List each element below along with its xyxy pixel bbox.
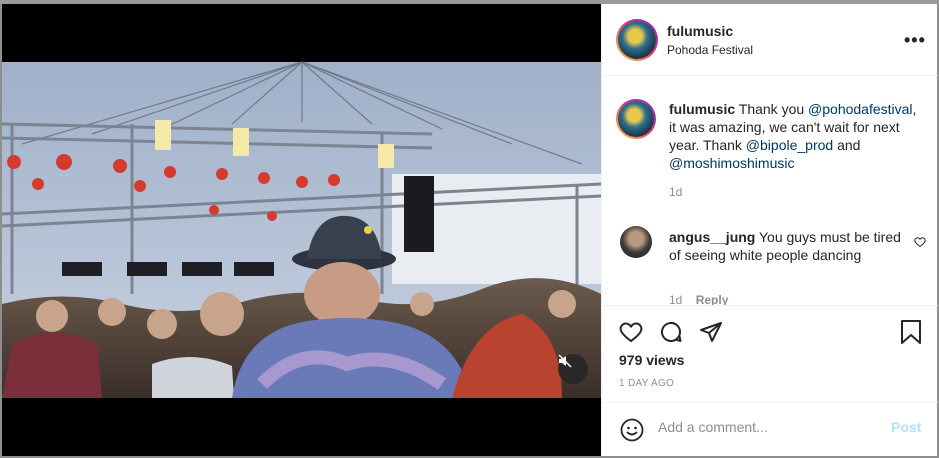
comment-text: angus__jung You guys must be tired of se… [669,228,909,264]
post-location[interactable]: Pohoda Festival [667,43,753,57]
comment-icon [661,322,682,342]
author-avatar[interactable] [616,19,658,61]
comment-input[interactable]: Add a comment... [658,419,768,435]
emoji-button[interactable] [620,418,644,447]
mute-button[interactable] [558,354,588,384]
save-icon [901,320,921,344]
reply-button[interactable]: Reply [696,293,729,305]
caption-author[interactable]: fulumusic [669,101,735,117]
caption-text: fulumusic Thank you @pohodafestival, it … [669,100,927,172]
post-date: 1 DAY AGO [619,378,675,389]
share-icon [700,322,722,342]
caption-part: Thank you [738,101,809,117]
concert-video-frame [2,4,601,456]
post-header: fulumusic Pohoda Festival ••• [602,4,938,76]
post-video[interactable] [2,4,601,456]
comment-like-icon [914,237,926,248]
post-button[interactable]: Post [891,419,921,435]
more-icon: ••• [904,30,926,50]
comment-button[interactable] [659,320,683,349]
mention-link[interactable]: @pohodafestival [808,101,913,117]
mention-link[interactable]: @moshimoshimusic [669,155,794,171]
comment-meta: 1d Reply [669,293,728,305]
comments-list: fulumusic Thank you @pohodafestival, it … [602,77,938,305]
caption-avatar[interactable] [616,99,656,139]
comment-composer: Add a comment... Post [602,402,938,456]
comment-like-button[interactable] [914,235,926,253]
caption-part: and [833,137,861,153]
share-button[interactable] [699,320,723,349]
view-count[interactable]: 979 views [619,352,684,368]
like-icon [619,322,643,343]
post-side-panel: fulumusic Pohoda Festival ••• fulumusic … [601,4,938,456]
save-button[interactable] [900,320,922,349]
like-button[interactable] [619,320,643,349]
action-bar: 979 views 1 DAY AGO [602,305,938,402]
mention-link[interactable]: @bipole_prod [746,137,833,153]
comment-time: 1d [669,293,683,305]
more-options-button[interactable]: ••• [904,30,926,51]
emoji-icon [620,418,644,442]
author-username[interactable]: fulumusic [667,23,733,39]
caption-time: 1d [669,185,683,199]
commenter-avatar[interactable] [620,226,652,258]
comment-author[interactable]: angus__jung [669,229,755,245]
